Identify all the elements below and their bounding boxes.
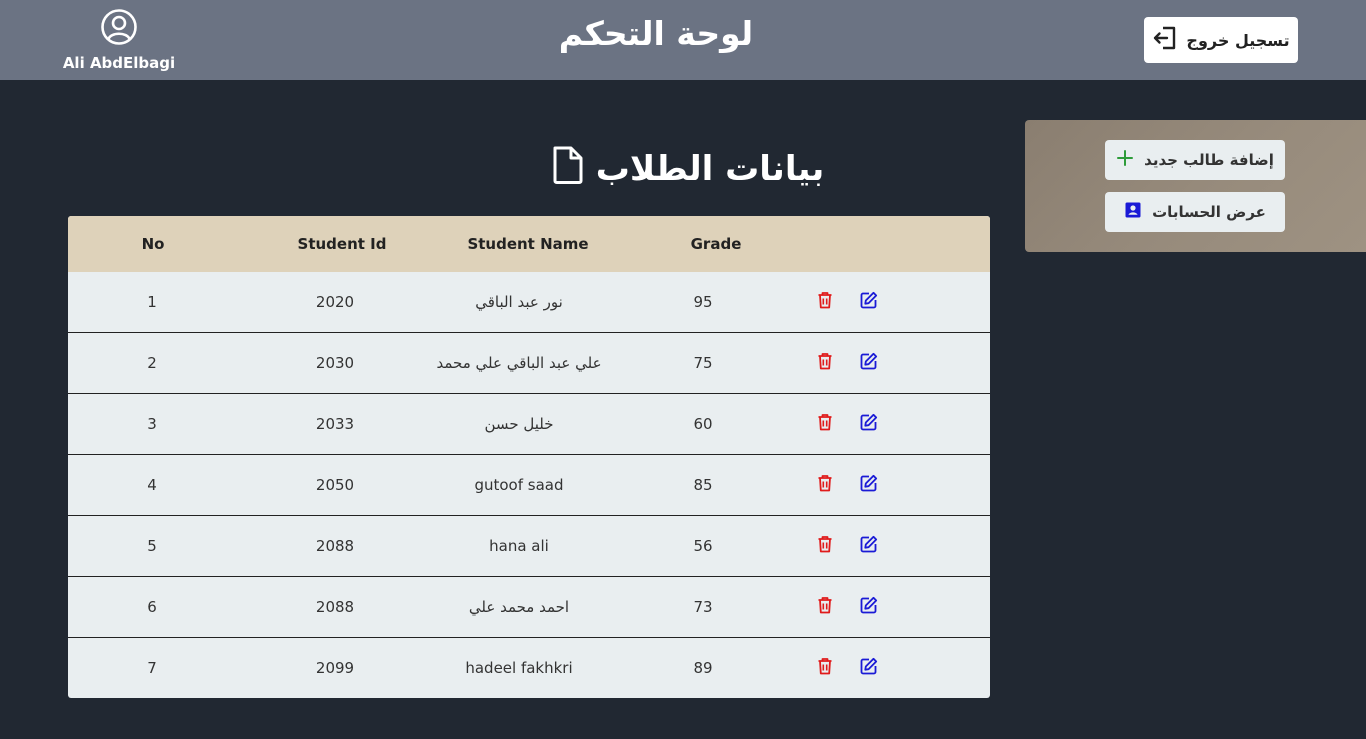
contact-card-icon xyxy=(1124,201,1142,223)
cell-student-name: hana ali xyxy=(489,537,549,555)
edit-button[interactable] xyxy=(859,291,879,313)
cell-student-id: 2088 xyxy=(315,598,355,616)
edit-button[interactable] xyxy=(859,657,879,679)
cell-no: 1 xyxy=(147,293,157,311)
edit-icon xyxy=(860,535,878,557)
delete-button[interactable] xyxy=(815,414,835,434)
column-header-student-id: Student Id xyxy=(297,235,387,253)
trash-icon xyxy=(817,291,833,313)
cell-no: 7 xyxy=(147,659,157,677)
file-icon xyxy=(552,146,584,193)
students-table: No Student Id Student Name Grade 1 2020 نو… xyxy=(68,216,990,698)
delete-button[interactable] xyxy=(815,475,835,495)
cell-student-name: علي عبد الباقي علي محمد xyxy=(436,354,602,372)
cell-grade: 85 xyxy=(693,476,713,494)
edit-icon xyxy=(860,474,878,496)
section-title: بيانات الطلاب xyxy=(548,144,828,194)
table-row: 4 2050 gutoof saad 85 xyxy=(68,455,990,516)
table-row: 7 2099 hadeel fakhkri 89 xyxy=(68,638,990,698)
view-accounts-label: عرض الحسابات xyxy=(1152,203,1266,221)
column-header-student-name: Student Name xyxy=(467,235,589,253)
edit-button[interactable] xyxy=(859,413,879,435)
trash-icon xyxy=(817,352,833,374)
trash-icon xyxy=(817,596,833,618)
edit-button[interactable] xyxy=(859,352,879,374)
user-circle-icon xyxy=(100,8,138,50)
column-header-grade: Grade xyxy=(690,235,742,253)
cell-student-name: gutoof saad xyxy=(474,476,564,494)
plus-icon xyxy=(1116,149,1134,171)
cell-student-id: 2020 xyxy=(315,293,355,311)
user-name: Ali AbdElbagi xyxy=(62,54,176,72)
table-row: 2 2030 علي عبد الباقي علي محمد 75 xyxy=(68,333,990,394)
cell-student-id: 2099 xyxy=(315,659,355,677)
edit-button[interactable] xyxy=(859,535,879,557)
edit-icon xyxy=(860,657,878,679)
edit-button[interactable] xyxy=(859,596,879,618)
cell-grade: 56 xyxy=(693,537,713,555)
add-student-label: إضافة طالب جديد xyxy=(1144,151,1274,169)
table-row: 6 2088 احمد محمد علي 73 xyxy=(68,577,990,638)
cell-grade: 73 xyxy=(693,598,713,616)
cell-student-id: 2030 xyxy=(315,354,355,372)
delete-button[interactable] xyxy=(815,536,835,556)
cell-grade: 89 xyxy=(693,659,713,677)
top-header: Ali AbdElbagi لوحة التحكم تسجيل خروج xyxy=(0,0,1366,80)
cell-student-id: 2033 xyxy=(315,415,355,433)
cell-student-name: نور عبد الباقي xyxy=(475,293,563,311)
cell-student-name: خليل حسن xyxy=(484,415,554,433)
cell-grade: 75 xyxy=(693,354,713,372)
sidebar-panel: إضافة طالب جديد عرض الحسابات xyxy=(1025,120,1366,252)
cell-no: 4 xyxy=(147,476,157,494)
delete-button[interactable] xyxy=(815,292,835,312)
logout-icon xyxy=(1152,25,1178,55)
table-row: 5 2088 hana ali 56 xyxy=(68,516,990,577)
column-header-no: No xyxy=(141,235,165,253)
table-row: 3 2033 خليل حسن 60 xyxy=(68,394,990,455)
delete-button[interactable] xyxy=(815,597,835,617)
logout-button[interactable]: تسجيل خروج xyxy=(1144,17,1298,63)
trash-icon xyxy=(817,474,833,496)
cell-student-id: 2050 xyxy=(315,476,355,494)
cell-grade: 60 xyxy=(693,415,713,433)
cell-no: 3 xyxy=(147,415,157,433)
edit-icon xyxy=(860,596,878,618)
cell-no: 2 xyxy=(147,354,157,372)
edit-icon xyxy=(860,291,878,313)
view-accounts-button[interactable]: عرض الحسابات xyxy=(1105,192,1285,232)
edit-icon xyxy=(860,352,878,374)
cell-student-id: 2088 xyxy=(315,537,355,555)
cell-student-name: احمد محمد علي xyxy=(468,598,570,616)
user-profile[interactable]: Ali AbdElbagi xyxy=(62,8,176,72)
table-header: No Student Id Student Name Grade xyxy=(68,216,990,272)
delete-button[interactable] xyxy=(815,353,835,373)
edit-icon xyxy=(860,413,878,435)
logout-label: تسجيل خروج xyxy=(1186,30,1290,50)
add-student-button[interactable]: إضافة طالب جديد xyxy=(1105,140,1285,180)
section-title-text: بيانات الطلاب xyxy=(595,149,825,189)
edit-button[interactable] xyxy=(859,474,879,496)
trash-icon xyxy=(817,413,833,435)
trash-icon xyxy=(817,535,833,557)
page-title: لوحة التحكم xyxy=(558,14,754,53)
cell-grade: 95 xyxy=(693,293,713,311)
delete-button[interactable] xyxy=(815,658,835,678)
trash-icon xyxy=(817,657,833,679)
cell-student-name: hadeel fakhkri xyxy=(465,659,573,677)
table-row: 1 2020 نور عبد الباقي 95 xyxy=(68,272,990,333)
cell-no: 5 xyxy=(147,537,157,555)
cell-no: 6 xyxy=(147,598,157,616)
